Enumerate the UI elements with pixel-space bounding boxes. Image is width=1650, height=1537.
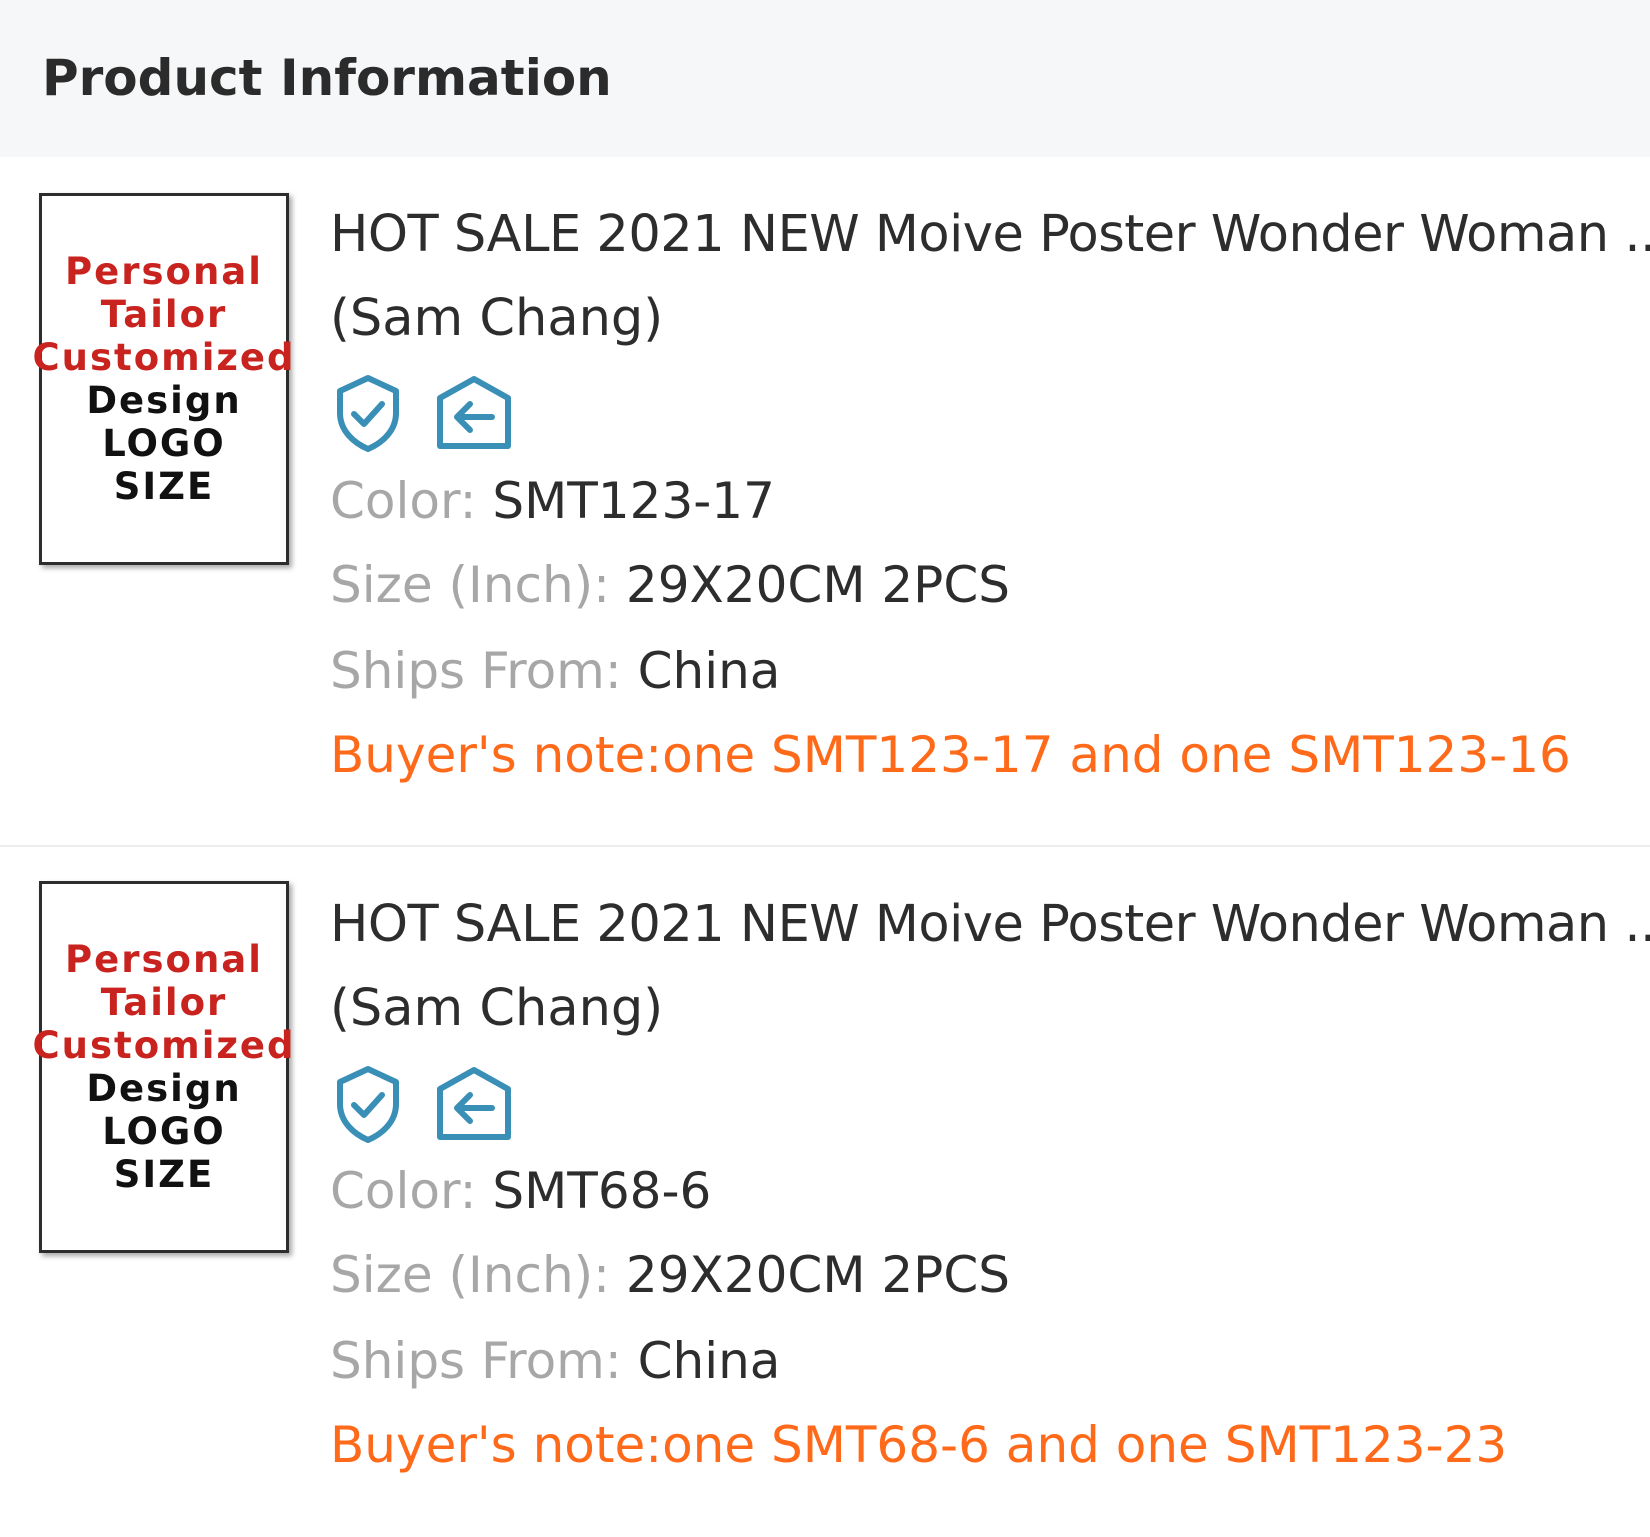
product-item: Personal Tailor Customized Design LOGO S… — [0, 847, 1650, 1537]
product-thumbnail[interactable]: Personal Tailor Customized Design LOGO S… — [33, 881, 294, 1253]
ships-from-value: China — [637, 1332, 781, 1390]
thumbnail-text: SIZE — [113, 1153, 215, 1196]
buyer-note: Buyer's note:one SMT123-17 and one SMT12… — [330, 726, 1571, 784]
thumbnail-text: Customized — [32, 1024, 296, 1067]
thumbnail-text: Personal — [65, 250, 263, 293]
return-arrow-icon[interactable] — [434, 374, 514, 452]
return-arrow-icon[interactable] — [434, 1065, 514, 1143]
thumbnail-text: Customized — [32, 336, 296, 379]
product-item: Personal Tailor Customized Design LOGO S… — [0, 157, 1650, 847]
color-value: SMT68-6 — [492, 1162, 712, 1220]
product-title-link[interactable]: HOT SALE 2021 NEW Moive Poster Wonder Wo… — [330, 895, 1650, 955]
product-thumbnail[interactable]: Personal Tailor Customized Design LOGO S… — [33, 193, 294, 565]
seller-name: (Sam Chang) — [330, 289, 664, 348]
product-badges — [332, 1064, 514, 1144]
thumbnail-text: Design — [86, 379, 242, 422]
shield-check-icon[interactable] — [332, 1064, 404, 1144]
color-label: Color: — [330, 1162, 493, 1220]
thumbnail-text: LOGO — [102, 422, 226, 465]
section-title: Product Information — [42, 49, 612, 107]
thumbnail-text: Tailor — [100, 981, 228, 1024]
buyer-note: Buyer's note:one SMT68-6 and one SMT123-… — [330, 1416, 1508, 1474]
size-label: Size (Inch): — [330, 556, 626, 614]
ships-from-attribute: Ships From: China — [330, 1331, 780, 1391]
thumbnail-text: LOGO — [102, 1110, 226, 1153]
thumbnail-text: Design — [86, 1067, 242, 1110]
thumbnail-text: Personal — [65, 938, 263, 981]
color-attribute: Color: SMT68-6 — [330, 1161, 711, 1221]
seller-name: (Sam Chang) — [330, 979, 664, 1038]
product-title-link[interactable]: HOT SALE 2021 NEW Moive Poster Wonder Wo… — [330, 205, 1650, 265]
product-information-header: Product Information — [0, 0, 1650, 157]
ships-from-attribute: Ships From: China — [330, 641, 780, 701]
color-label: Color: — [330, 472, 493, 530]
thumbnail-text: Tailor — [100, 293, 228, 336]
size-value: 29X20CM 2PCS — [625, 1246, 1010, 1304]
size-label: Size (Inch): — [330, 1246, 626, 1304]
size-value: 29X20CM 2PCS — [625, 556, 1010, 614]
ships-from-label: Ships From: — [330, 642, 638, 700]
color-value: SMT123-17 — [492, 472, 775, 530]
thumbnail-text: SIZE — [113, 465, 215, 508]
shield-check-icon[interactable] — [332, 373, 404, 453]
ships-from-label: Ships From: — [330, 1332, 638, 1390]
product-badges — [332, 373, 514, 453]
ships-from-value: China — [637, 642, 781, 700]
size-attribute: Size (Inch): 29X20CM 2PCS — [330, 555, 1010, 615]
size-attribute: Size (Inch): 29X20CM 2PCS — [330, 1245, 1010, 1305]
color-attribute: Color: SMT123-17 — [330, 471, 775, 531]
